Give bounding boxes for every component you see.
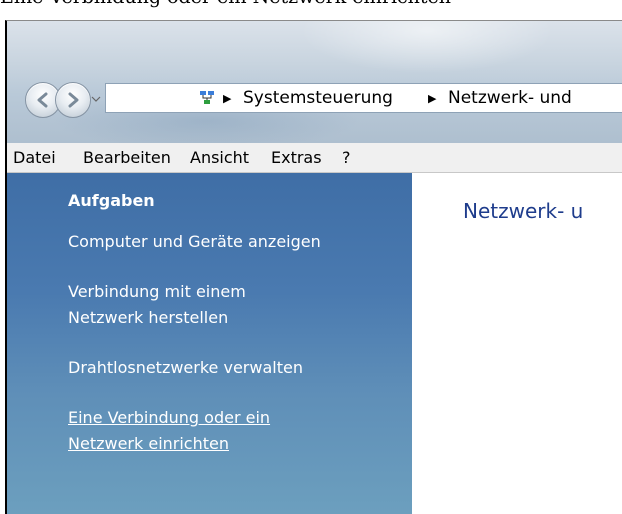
- forward-arrow-icon: [68, 92, 79, 108]
- back-arrow-icon: [37, 92, 48, 108]
- network-icon: [200, 91, 214, 104]
- menu-help[interactable]: ?: [342, 148, 351, 167]
- menu-datei[interactable]: Datei: [13, 148, 56, 167]
- task-label: Eine Verbindung oder ein: [68, 408, 271, 427]
- task-manage-wireless[interactable]: Drahtlosnetzwerke verwalten: [68, 355, 303, 381]
- explorer-window: ▶ Systemsteuerung ▶ Netzwerk- und Datei …: [5, 20, 622, 514]
- title-area: ▶ Systemsteuerung ▶ Netzwerk- und: [7, 21, 622, 143]
- task-setup-connection[interactable]: Eine Verbindung oder ein Netzwerk einric…: [68, 405, 270, 457]
- task-label: Computer und Geräte anzeigen: [68, 232, 321, 251]
- task-label: Verbindung mit einem: [68, 282, 246, 301]
- breadcrumb-arrow-icon[interactable]: ▶: [428, 92, 436, 105]
- task-connect-to-network[interactable]: Verbindung mit einem Netzwerk herstellen: [68, 279, 246, 331]
- chevron-down-icon[interactable]: [91, 94, 101, 104]
- task-show-computers-devices[interactable]: Computer und Geräte anzeigen: [68, 229, 321, 255]
- tasks-heading: Aufgaben: [68, 191, 155, 210]
- task-label: Netzwerk herstellen: [68, 308, 229, 327]
- menu-ansicht[interactable]: Ansicht: [190, 148, 249, 167]
- caption-text: Eine Verbindung oder ein Netzwerk einric…: [0, 0, 451, 8]
- breadcrumb-arrow-icon: ▶: [223, 92, 232, 105]
- forward-button[interactable]: [55, 82, 91, 118]
- task-pane: Aufgaben Computer und Geräte anzeigen Ve…: [7, 173, 412, 514]
- task-label: Drahtlosnetzwerke verwalten: [68, 358, 303, 377]
- menu-extras[interactable]: Extras: [271, 148, 322, 167]
- breadcrumb-item-systemsteuerung[interactable]: Systemsteuerung: [243, 88, 393, 108]
- main-content: Netzwerk- u: [412, 173, 622, 514]
- menu-bearbeiten[interactable]: Bearbeiten: [83, 148, 171, 167]
- task-label: Netzwerk einrichten: [68, 434, 229, 453]
- breadcrumb-item-netzwerk[interactable]: Netzwerk- und: [448, 88, 572, 108]
- page-title: Netzwerk- u: [463, 199, 584, 223]
- menu-bar: Datei Bearbeiten Ansicht Extras ?: [7, 143, 622, 173]
